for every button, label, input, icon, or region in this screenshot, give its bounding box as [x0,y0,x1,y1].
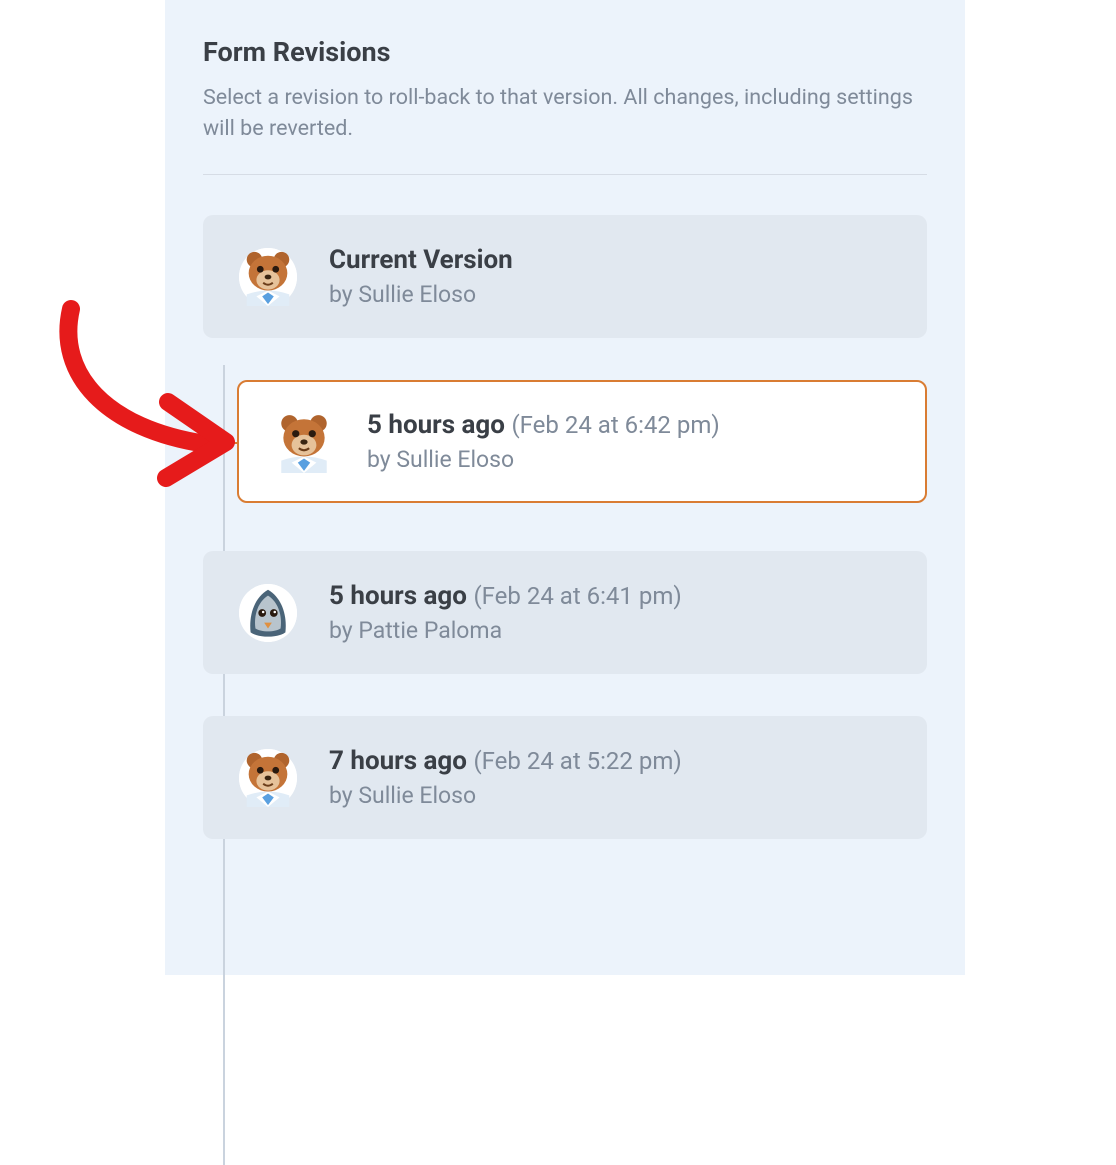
avatar [273,411,335,473]
bear-avatar-icon [273,411,335,473]
revisions-timeline: Current Version by Sullie Eloso [203,215,927,839]
revision-item[interactable]: 5 hours ago (Feb 24 at 6:41 pm) by Patti… [203,551,927,674]
revision-timestamp: (Feb 24 at 6:41 pm) [473,582,681,610]
revision-title-text: Current Version [329,245,513,275]
avatar [239,584,297,642]
revision-author: by Pattie Paloma [329,617,891,644]
revision-body: 5 hours ago (Feb 24 at 6:42 pm) by Sulli… [367,410,891,473]
revision-body: Current Version by Sullie Eloso [329,245,891,308]
revision-title: 5 hours ago (Feb 24 at 6:42 pm) [367,410,891,440]
revision-item-current[interactable]: Current Version by Sullie Eloso [203,215,927,338]
revision-author: by Sullie Eloso [367,446,891,473]
revision-title: Current Version [329,245,891,275]
revision-author: by Sullie Eloso [329,281,891,308]
revision-body: 7 hours ago (Feb 24 at 5:22 pm) by Sulli… [329,746,891,809]
revision-item-selected[interactable]: 5 hours ago (Feb 24 at 6:42 pm) by Sulli… [237,380,927,503]
revision-timestamp: (Feb 24 at 6:42 pm) [511,411,719,439]
revision-timestamp: (Feb 24 at 5:22 pm) [473,747,681,775]
revision-body: 5 hours ago (Feb 24 at 6:41 pm) by Patti… [329,581,891,644]
revision-title-text: 5 hours ago [329,581,467,611]
pigeon-avatar-icon [239,584,297,642]
revision-author: by Sullie Eloso [329,782,891,809]
bear-avatar-icon [239,749,297,807]
revision-title-text: 5 hours ago [367,410,505,440]
revision-title: 7 hours ago (Feb 24 at 5:22 pm) [329,746,891,776]
panel-title: Form Revisions [203,36,927,68]
revision-item[interactable]: 7 hours ago (Feb 24 at 5:22 pm) by Sulli… [203,716,927,839]
revisions-panel: Form Revisions Select a revision to roll… [165,0,965,975]
revision-title-text: 7 hours ago [329,746,467,776]
panel-description: Select a revision to roll-back to that v… [203,82,927,144]
revision-title: 5 hours ago (Feb 24 at 6:41 pm) [329,581,891,611]
avatar [239,248,297,306]
avatar [239,749,297,807]
divider [203,174,927,175]
bear-avatar-icon [239,248,297,306]
